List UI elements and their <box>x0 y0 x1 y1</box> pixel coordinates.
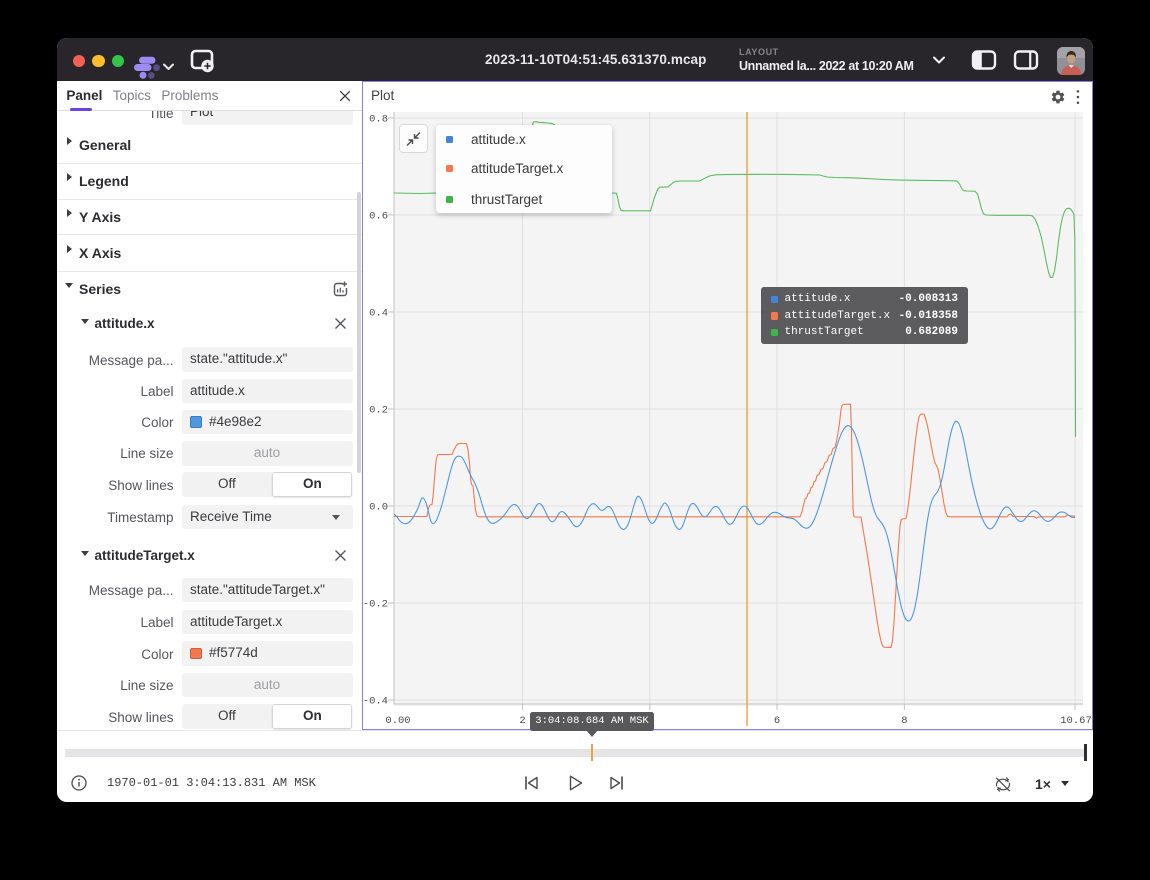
svg-text:-0.2: -0.2 <box>363 599 388 611</box>
svg-text:-0.4: -0.4 <box>363 696 388 708</box>
svg-text:2: 2 <box>519 715 525 727</box>
svg-text:0.4: 0.4 <box>369 308 388 320</box>
svg-text:0.8: 0.8 <box>369 114 388 126</box>
svg-text:0.0: 0.0 <box>369 502 388 514</box>
svg-text:10.67: 10.67 <box>1060 715 1092 727</box>
svg-text:0.6: 0.6 <box>369 211 388 223</box>
svg-text:0.00: 0.00 <box>385 715 410 727</box>
svg-text:0.2: 0.2 <box>369 405 388 417</box>
svg-text:8: 8 <box>901 715 907 727</box>
svg-text:6: 6 <box>774 715 780 727</box>
